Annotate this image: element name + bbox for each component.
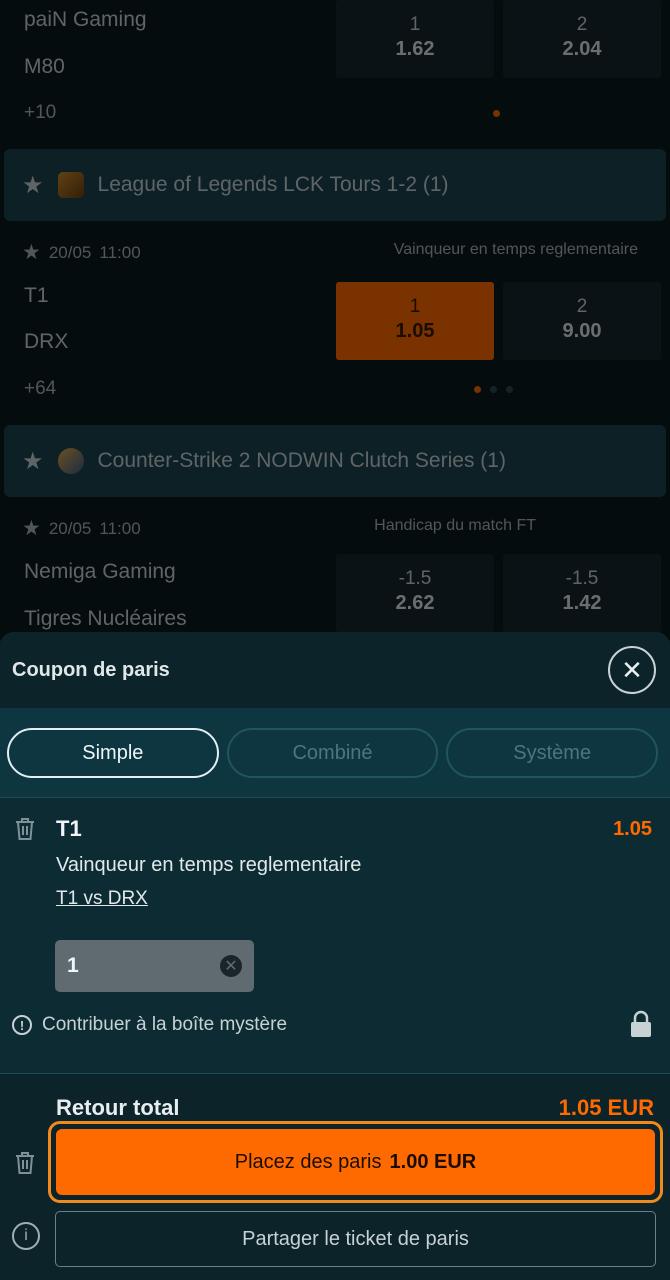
- place-bet-button[interactable]: Placez des paris 1.00 EUR: [56, 1129, 655, 1195]
- star-icon[interactable]: ★: [22, 447, 44, 476]
- clear-icon[interactable]: ✕: [220, 955, 242, 977]
- match-time: 11:00: [99, 242, 141, 262]
- carousel-dots: [474, 386, 513, 393]
- bet-slip-header: Coupon de paris ✕: [0, 632, 670, 708]
- info-icon[interactable]: !: [12, 1015, 32, 1035]
- tab-combine[interactable]: Combiné: [226, 728, 439, 778]
- odds-button[interactable]: -1.5 1.42: [503, 554, 661, 632]
- match-date: 20/05: [48, 242, 92, 262]
- league-header[interactable]: ★ League of Legends LCK Tours 1-2 (1): [4, 149, 666, 221]
- odds-value: 2.62: [395, 592, 435, 614]
- lock-icon: [628, 1010, 654, 1038]
- share-ticket-button[interactable]: Partager le ticket de paris: [55, 1211, 656, 1267]
- odds-value: 1.05: [395, 320, 435, 342]
- odds-label: 1: [409, 296, 421, 317]
- close-button[interactable]: ✕: [608, 646, 656, 694]
- selection-name: T1: [56, 816, 82, 841]
- odds-label: -1.5: [565, 568, 599, 589]
- bet-slip-footer: Retour total 1.05 EUR Placez des paris 1…: [0, 1073, 670, 1280]
- team-name: Tigres Nucléaires: [24, 607, 187, 630]
- match-date: 20/05: [48, 518, 92, 538]
- total-return-value: 1.05 EUR: [558, 1095, 654, 1120]
- carousel-dots: [493, 110, 500, 117]
- info-icon[interactable]: i: [12, 1222, 40, 1250]
- market-name: Handicap du match FT: [374, 517, 536, 534]
- odds-label: 2: [576, 296, 588, 317]
- stake-input[interactable]: [67, 954, 197, 978]
- place-bet-focus-ring: Placez des paris 1.00 EUR: [48, 1121, 663, 1203]
- odds-button[interactable]: 2 2.04: [503, 0, 661, 78]
- league-name: Counter-Strike 2 NODWIN Clutch Series (1…: [97, 449, 506, 472]
- star-icon[interactable]: ★: [22, 171, 44, 200]
- team-name: paiN Gaming: [24, 8, 147, 31]
- event-list: paiN Gaming M80 +10 1 1.62 2 2.04 ★ Leag…: [0, 0, 670, 640]
- team-name: DRX: [24, 330, 69, 353]
- carousel-dot: [493, 110, 500, 117]
- odds-value: 1.62: [395, 38, 435, 60]
- more-markets-count[interactable]: +64: [24, 378, 56, 400]
- match-datetime: ★ 20/05 11:00: [22, 516, 141, 541]
- match-time: 11:00: [99, 518, 141, 538]
- odds-value: 9.00: [562, 320, 602, 342]
- league-name: League of Legends LCK Tours 1-2 (1): [97, 173, 449, 196]
- market-name: Vainqueur en temps reglementaire: [393, 241, 638, 258]
- mystery-box-label: Contribuer à la boîte mystère: [42, 1014, 288, 1035]
- carousel-dot: [474, 386, 481, 393]
- selection-odds: 1.05: [613, 818, 652, 840]
- match-row[interactable]: ★ 20/05 11:00 Handicap du match FT Nemig…: [0, 504, 670, 640]
- match-row[interactable]: paiN Gaming M80 +10 1 1.62 2 2.04: [0, 0, 670, 150]
- close-icon: ✕: [621, 654, 643, 685]
- trash-icon[interactable]: [13, 1149, 37, 1177]
- place-bet-amount: 1.00 EUR: [389, 1150, 477, 1173]
- more-markets-count[interactable]: +10: [24, 102, 56, 124]
- team-name: Nemiga Gaming: [24, 560, 176, 583]
- event-link[interactable]: T1 vs DRX: [56, 888, 148, 910]
- total-return-label: Retour total: [56, 1095, 180, 1120]
- lol-icon: [57, 172, 84, 198]
- carousel-dot: [506, 386, 513, 393]
- odds-label: 2: [576, 14, 588, 35]
- match-datetime: ★ 20/05 11:00: [22, 240, 141, 265]
- odds-button[interactable]: 1 1.62: [336, 0, 494, 78]
- mystery-box-row: ! Contribuer à la boîte mystère: [12, 1014, 287, 1036]
- selection-market: Vainqueur en temps reglementaire: [56, 854, 362, 876]
- odds-value: 2.04: [562, 38, 602, 60]
- odds-label: -1.5: [398, 568, 432, 589]
- odds-value: 1.42: [562, 592, 602, 614]
- star-icon[interactable]: ★: [22, 516, 41, 541]
- tab-systeme[interactable]: Système: [446, 728, 659, 778]
- league-header[interactable]: ★ Counter-Strike 2 NODWIN Clutch Series …: [4, 425, 666, 497]
- odds-button[interactable]: 2 9.00: [503, 282, 661, 360]
- stake-field: ✕: [55, 940, 254, 992]
- trash-icon[interactable]: [13, 816, 37, 842]
- team-name: M80: [24, 55, 65, 78]
- odds-label: 1: [409, 14, 421, 35]
- cs2-icon: [57, 448, 84, 474]
- bet-slip-panel: Coupon de paris ✕ Simple Combiné Système…: [0, 632, 670, 1280]
- bet-type-tabs: Simple Combiné Système: [0, 708, 670, 798]
- bet-slip-title: Coupon de paris: [12, 658, 170, 681]
- tab-simple[interactable]: Simple: [7, 728, 219, 778]
- team-name: T1: [24, 284, 49, 307]
- carousel-dot: [490, 386, 497, 393]
- odds-button[interactable]: -1.5 2.62: [336, 554, 494, 632]
- match-row[interactable]: ★ 20/05 11:00 Vainqueur en temps regleme…: [0, 228, 670, 418]
- star-icon[interactable]: ★: [22, 240, 41, 265]
- place-bet-label: Placez des paris: [234, 1150, 382, 1173]
- odds-button-selected[interactable]: 1 1.05: [336, 282, 494, 360]
